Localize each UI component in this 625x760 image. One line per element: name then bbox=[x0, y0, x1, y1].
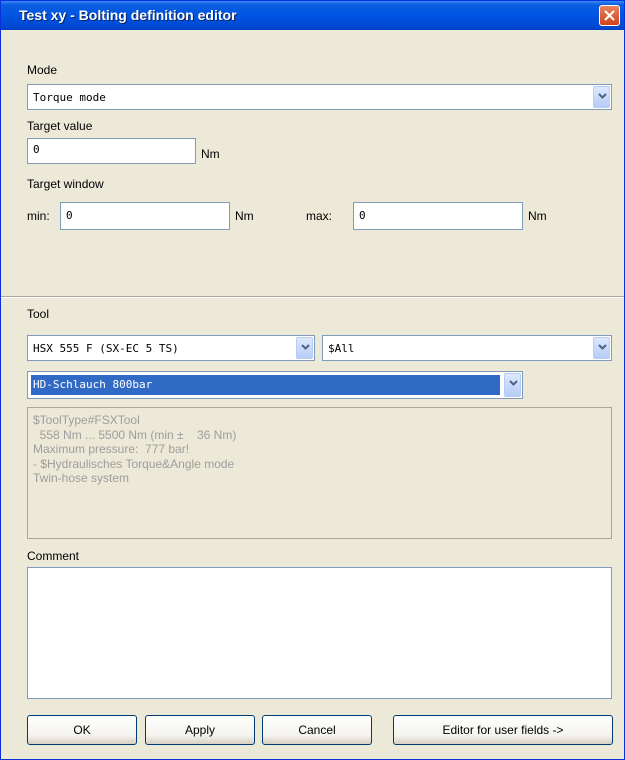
chevron-down-icon bbox=[598, 93, 607, 99]
tool-label: Tool bbox=[27, 307, 50, 321]
ok-button[interactable]: OK bbox=[27, 715, 137, 745]
tool-info-box: $ToolType#FSXTool 558 Nm ... 5500 Nm (mi… bbox=[27, 407, 612, 539]
tool-dropdown-arrow[interactable] bbox=[296, 337, 313, 359]
mode-dropdown-arrow[interactable] bbox=[593, 86, 610, 108]
tool-filter-dropdown-arrow[interactable] bbox=[593, 337, 610, 359]
tool-info-line: Maximum pressure: 777 bar! bbox=[33, 442, 190, 456]
chevron-down-icon bbox=[301, 344, 310, 350]
mode-label: Mode bbox=[27, 63, 58, 77]
tool-info-line: Twin-hose system bbox=[33, 471, 130, 485]
tool-value: HSX 555 F (SX-EC 5 TS) bbox=[33, 342, 179, 355]
window-title: Test xy - Bolting definition editor bbox=[19, 7, 237, 23]
comment-textarea[interactable] bbox=[27, 567, 612, 699]
tool-filter-value: $All bbox=[328, 342, 355, 355]
min-input[interactable]: 0 bbox=[60, 202, 230, 230]
title-bar[interactable]: Test xy - Bolting definition editor bbox=[1, 1, 624, 30]
close-icon bbox=[604, 10, 615, 21]
mode-dropdown[interactable]: Torque mode bbox=[27, 84, 612, 110]
tool-dropdown[interactable]: HSX 555 F (SX-EC 5 TS) bbox=[27, 335, 315, 361]
close-button[interactable] bbox=[599, 5, 620, 26]
chevron-down-icon bbox=[598, 344, 607, 350]
chevron-down-icon bbox=[509, 380, 518, 386]
target-window-label: Target window bbox=[27, 177, 104, 191]
dialog-window: Test xy - Bolting definition editor Mode… bbox=[0, 0, 625, 760]
max-unit: Nm bbox=[528, 209, 547, 223]
tool-filter-dropdown[interactable]: $All bbox=[322, 335, 612, 361]
comment-label: Comment bbox=[27, 549, 80, 563]
hose-value: HD-Schlauch 800bar bbox=[31, 375, 500, 395]
target-value-label: Target value bbox=[27, 119, 93, 133]
min-unit: Nm bbox=[235, 209, 254, 223]
target-value-input[interactable]: 0 bbox=[27, 138, 196, 164]
tool-info-line: - $Hydraulisches Torque&Angle mode bbox=[33, 456, 235, 471]
max-label: max: bbox=[306, 209, 333, 223]
tool-info-line: 558 Nm ... 5500 Nm (min ± 36 Nm) bbox=[33, 427, 237, 442]
min-label: min: bbox=[27, 209, 50, 223]
section-divider bbox=[1, 296, 624, 298]
apply-button[interactable]: Apply bbox=[145, 715, 255, 745]
hose-dropdown-arrow[interactable] bbox=[504, 373, 521, 397]
cancel-button[interactable]: Cancel bbox=[262, 715, 372, 745]
max-input[interactable]: 0 bbox=[353, 202, 523, 230]
tool-info-line: $ToolType#FSXTool bbox=[33, 413, 140, 427]
target-value-unit: Nm bbox=[201, 147, 220, 161]
mode-value: Torque mode bbox=[33, 91, 106, 104]
user-fields-editor-button[interactable]: Editor for user fields -> bbox=[393, 715, 613, 745]
hose-dropdown[interactable]: HD-Schlauch 800bar bbox=[27, 371, 523, 399]
